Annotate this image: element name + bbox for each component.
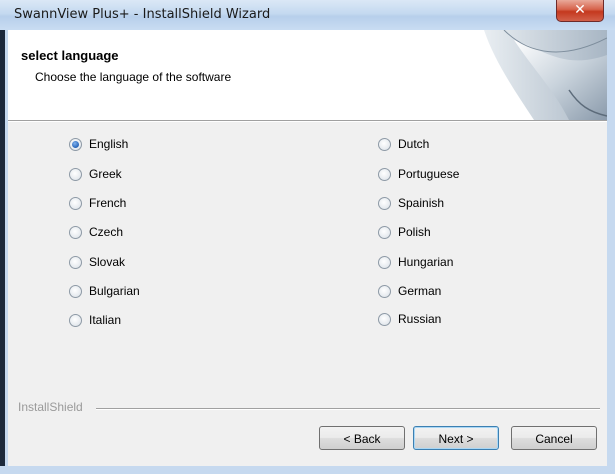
installshield-brand: InstallShield xyxy=(18,400,83,414)
lang-option-slovak[interactable]: Slovak xyxy=(69,253,125,271)
lang-option-czech[interactable]: Czech xyxy=(69,223,123,241)
lang-label: Russian xyxy=(398,312,442,326)
lang-option-spanish[interactable]: Spainish xyxy=(378,194,444,212)
close-button[interactable]: ✕ xyxy=(556,0,604,22)
page-title: select language xyxy=(21,48,119,63)
lang-option-german[interactable]: German xyxy=(378,282,441,300)
lang-label: Hungarian xyxy=(398,255,454,269)
wizard-body: select language Choose the language of t… xyxy=(8,30,607,466)
radio-button[interactable] xyxy=(378,225,391,239)
lang-label: Spainish xyxy=(398,196,445,210)
lang-option-english[interactable]: English xyxy=(69,135,128,153)
lang-label: Greek xyxy=(89,167,122,181)
lang-option-bulgarian[interactable]: Bulgarian xyxy=(69,282,140,300)
radio-button[interactable] xyxy=(378,312,391,326)
lang-option-dutch[interactable]: Dutch xyxy=(378,135,429,153)
lang-label: Dutch xyxy=(398,137,430,151)
page-subtitle: Choose the language of the software xyxy=(35,70,232,84)
header-divider xyxy=(8,120,607,122)
next-button[interactable]: Next > xyxy=(413,426,499,450)
installer-window: SwannView Plus+ - InstallShield Wizard ✕… xyxy=(0,0,615,474)
window-frame-right xyxy=(607,30,615,474)
lang-option-greek[interactable]: Greek xyxy=(69,165,122,183)
lang-label: Italian xyxy=(89,313,122,327)
radio-button[interactable] xyxy=(69,313,82,327)
footer-divider xyxy=(96,408,600,410)
lang-option-portuguese[interactable]: Portuguese xyxy=(378,165,459,183)
lang-option-italian[interactable]: Italian xyxy=(69,311,121,329)
window-frame-bottom xyxy=(0,466,615,474)
lang-option-hungarian[interactable]: Hungarian xyxy=(378,253,453,271)
header-graphic xyxy=(484,30,607,120)
radio-button[interactable] xyxy=(378,196,391,210)
window-title: SwannView Plus+ - InstallShield Wizard xyxy=(14,7,271,22)
radio-button[interactable] xyxy=(378,137,391,151)
background-edge xyxy=(0,30,5,466)
header-panel: select language Choose the language of t… xyxy=(8,30,607,120)
radio-button[interactable] xyxy=(69,167,82,181)
radio-button[interactable] xyxy=(69,196,82,210)
lang-label: Polish xyxy=(398,225,431,239)
lang-label: German xyxy=(398,284,442,298)
lang-label: Bulgarian xyxy=(89,284,140,298)
lang-option-russian[interactable]: Russian xyxy=(378,310,441,328)
title-bar[interactable]: SwannView Plus+ - InstallShield Wizard ✕ xyxy=(0,0,615,30)
lang-option-french[interactable]: French xyxy=(69,194,126,212)
lang-label: Czech xyxy=(89,225,124,239)
lang-label: English xyxy=(89,137,129,151)
radio-button[interactable] xyxy=(69,255,82,269)
radio-button[interactable] xyxy=(378,255,391,269)
lang-label: French xyxy=(89,196,127,210)
radio-button[interactable] xyxy=(69,137,82,151)
close-icon: ✕ xyxy=(574,2,586,18)
cancel-button[interactable]: Cancel xyxy=(511,426,597,450)
back-button[interactable]: < Back xyxy=(319,426,405,450)
lang-label: Portuguese xyxy=(398,167,460,181)
radio-button[interactable] xyxy=(69,284,82,298)
lang-option-polish[interactable]: Polish xyxy=(378,223,431,241)
radio-button[interactable] xyxy=(378,284,391,298)
lang-label: Slovak xyxy=(89,255,126,269)
radio-button[interactable] xyxy=(69,225,82,239)
radio-button[interactable] xyxy=(378,167,391,181)
